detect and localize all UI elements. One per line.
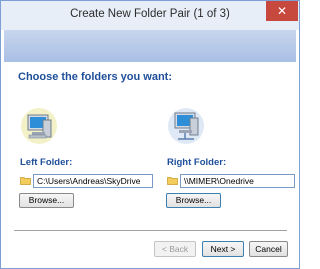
right-browse-button[interactable]: Browse... (166, 193, 221, 208)
close-button[interactable]: ✕ (266, 1, 298, 21)
next-button[interactable]: Next > (202, 241, 244, 257)
left-folder-label: Left Folder: (20, 157, 73, 168)
left-folder-path-input[interactable]: C:\Users\Andreas\SkyDrive (33, 174, 153, 188)
back-button[interactable]: < Back (154, 241, 196, 257)
header-banner (4, 30, 296, 62)
folder-icon (20, 177, 31, 185)
right-folder-label: Right Folder: (167, 157, 227, 168)
divider (14, 230, 287, 232)
title-bar[interactable]: Create New Folder Pair (1 of 3) ✕ (1, 1, 299, 30)
right-folder-path-input[interactable]: \\MIMER\Onedrive (180, 174, 295, 188)
cancel-button[interactable]: Cancel (249, 241, 288, 257)
folder-icon (167, 177, 178, 185)
wizard-content: Choose the folders you want: Left Folder… (4, 62, 296, 265)
close-icon: ✕ (276, 4, 288, 18)
left-browse-button[interactable]: Browse... (19, 193, 74, 208)
dialog-window: Create New Folder Pair (1 of 3) ✕ Choose… (0, 0, 300, 269)
network-computer-icon (168, 108, 204, 144)
window-title: Create New Folder Pair (1 of 3) (70, 8, 230, 20)
computer-icon (21, 108, 57, 144)
page-heading: Choose the folders you want: (18, 71, 173, 83)
